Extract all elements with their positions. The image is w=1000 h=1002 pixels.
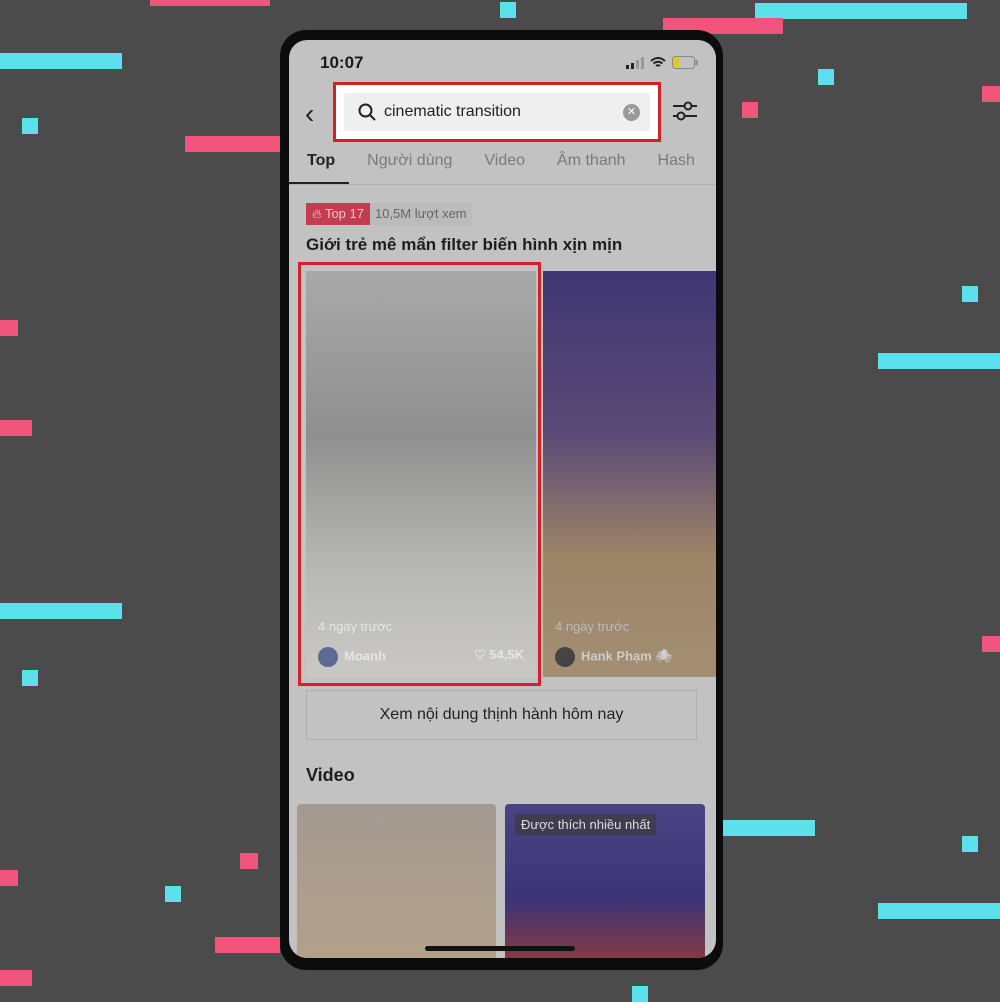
card-author: Hank Phạm <box>581 648 652 664</box>
decor-dash <box>878 903 1000 919</box>
status-icons <box>626 56 698 69</box>
avatar <box>555 647 575 667</box>
decor-dash <box>150 0 270 6</box>
signal-icon <box>626 56 644 69</box>
video-section-title: Video <box>306 765 355 785</box>
decor-dash <box>500 2 516 18</box>
video-thumbnail[interactable] <box>297 804 496 958</box>
clear-icon[interactable]: ✕ <box>623 104 640 121</box>
highlight-card-frame <box>298 262 541 686</box>
trending-badge: 🔥︎ Top 17 10,5M lượt xem <box>306 203 472 225</box>
card-time: 4 ngày trước <box>555 619 630 634</box>
tab-users[interactable]: Người dùng <box>349 152 466 184</box>
tab-video[interactable]: Video <box>466 152 539 184</box>
most-liked-label: Được thích nhiều nhất <box>515 814 657 835</box>
decor-dash <box>185 136 280 152</box>
search-query: cinematic transition <box>384 103 521 120</box>
decor-dash <box>0 53 122 69</box>
search-icon <box>358 103 376 121</box>
trending-headline[interactable]: Giới trẻ mê mẩn filter biến hình xịn mịn <box>306 235 622 255</box>
decor-dash <box>165 886 181 902</box>
search-tabs: Top Người dùng Video Âm thanh Hash <box>289 152 716 184</box>
decor-dash <box>240 853 258 869</box>
decor-dash <box>982 636 1000 652</box>
view-count: 10,5M lượt xem <box>369 203 472 225</box>
back-button[interactable]: ‹ <box>305 98 314 130</box>
decor-dash <box>818 69 834 85</box>
decor-dash <box>878 353 1000 369</box>
tab-hashtags[interactable]: Hash <box>640 152 709 184</box>
decor-dash <box>962 836 978 852</box>
wifi-icon <box>650 56 666 67</box>
decor-dash <box>722 820 815 836</box>
search-input[interactable]: cinematic transition ✕ <box>344 93 650 131</box>
decor-dash <box>22 118 38 134</box>
decor-dash <box>0 420 32 436</box>
tab-sounds[interactable]: Âm thanh <box>539 152 639 184</box>
top-rank: Top 17 <box>324 206 364 221</box>
decor-dash <box>215 937 280 953</box>
filter-icon[interactable] <box>672 100 698 122</box>
decor-dash <box>982 86 1000 102</box>
decor-dash <box>962 286 978 302</box>
trending-today-button[interactable]: Xem nội dung thịnh hành hôm nay <box>306 690 697 740</box>
decor-dash <box>0 970 32 986</box>
decor-dash <box>755 3 967 19</box>
decor-dash <box>742 102 758 118</box>
decor-dash <box>0 603 122 619</box>
spider-icon: 🕷︎ <box>655 648 672 664</box>
decor-dash <box>22 670 38 686</box>
video-card[interactable]: 4 ngày trước Hank Phạm 🕷︎ <box>543 271 716 677</box>
status-time: 10:07 <box>320 53 364 72</box>
decor-dash <box>0 320 18 336</box>
video-thumbnail[interactable]: Được thích nhiều nhất <box>505 804 705 958</box>
decor-dash <box>0 870 18 886</box>
home-indicator <box>425 946 575 951</box>
divider <box>289 184 716 185</box>
flame-icon: 🔥︎ <box>312 206 322 221</box>
search-highlight: cinematic transition ✕ <box>333 82 661 142</box>
battery-icon <box>672 56 698 69</box>
tab-top[interactable]: Top <box>289 152 350 184</box>
